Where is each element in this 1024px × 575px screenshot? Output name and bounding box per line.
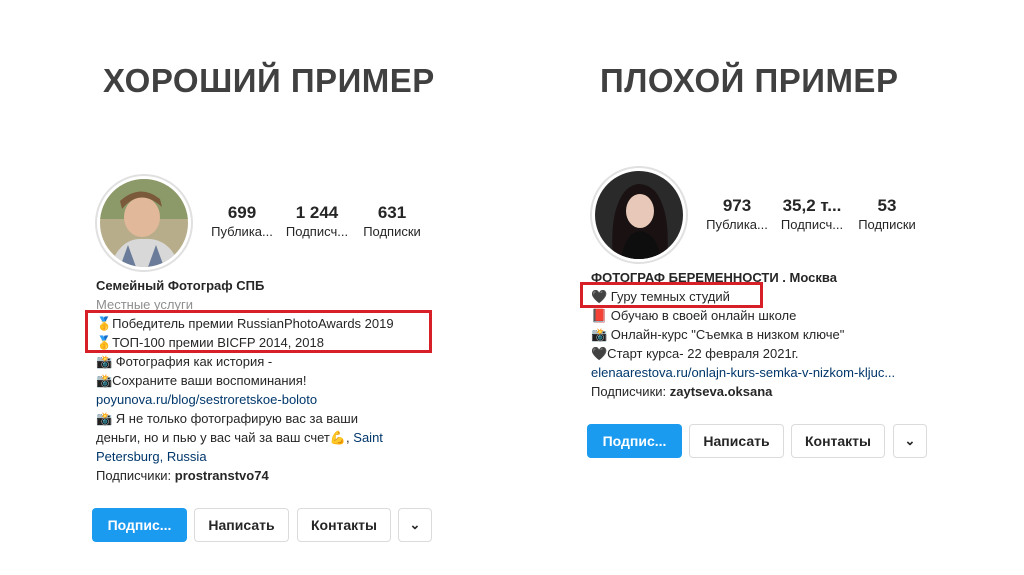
bio-link[interactable]: poyunova.ru/blog/sestroretskoe-boloto — [96, 390, 394, 409]
following-label: Подписки — [363, 224, 421, 239]
followers-count: 1 244 — [295, 203, 339, 222]
followed-by-label: Подписчики: — [96, 468, 175, 483]
good-example-heading: ХОРОШИЙ ПРИМЕР — [103, 62, 435, 99]
followed-by-label: Подписчики: — [591, 384, 670, 399]
chevron-down-icon[interactable]: ⌄ — [893, 424, 927, 458]
followers-stat[interactable]: 35,2 т... Подписч... — [771, 196, 853, 234]
followers-stat[interactable]: 1 244 Подписч... — [276, 203, 358, 241]
bio-line: 📸 Я не только фотографирую вас за ваши — [96, 411, 358, 426]
profile-bio: Семейный Фотограф СПБ Местные услуги 🥇По… — [96, 276, 394, 485]
following-stat[interactable]: 53 Подписки — [846, 196, 928, 234]
followed-by-user[interactable]: prostranstvo74 — [175, 468, 269, 483]
posts-stat[interactable]: 973 Публика... — [696, 196, 778, 234]
follow-button[interactable]: Подпис... — [92, 508, 187, 542]
following-stat[interactable]: 631 Подписки — [351, 203, 433, 241]
highlight-box — [85, 310, 432, 353]
follow-button[interactable]: Подпис... — [587, 424, 682, 458]
followers-count: 35,2 т... — [782, 196, 842, 215]
posts-count: 699 — [227, 203, 257, 222]
bio-line: деньги, но и пью у вас чай за ваш счет💪, — [96, 430, 354, 445]
bio-line: 📸 Онлайн-курс "Съемка в низком ключе" — [591, 327, 845, 342]
following-count: 53 — [877, 196, 897, 215]
posts-label: Публика... — [211, 224, 273, 239]
profile-photo-icon — [595, 171, 683, 259]
bio-line: 📸Сохраните ваши воспоминания! — [96, 373, 307, 388]
bio-line: 📸 Фотография как история - — [96, 354, 273, 369]
avatar[interactable] — [95, 174, 193, 272]
bio-line: 🖤Старт курса- 22 февраля 2021г. — [591, 346, 799, 361]
bio-line: 📕 Обучаю в своей онлайн школе — [591, 308, 797, 323]
chevron-down-icon[interactable]: ⌄ — [398, 508, 432, 542]
posts-count: 973 — [722, 196, 752, 215]
message-button[interactable]: Написать — [689, 424, 784, 458]
followers-label: Подписч... — [285, 224, 349, 239]
location-link[interactable]: Petersburg, Russia — [96, 447, 394, 466]
message-button[interactable]: Написать — [194, 508, 289, 542]
profile-photo-icon — [100, 179, 188, 267]
posts-stat[interactable]: 699 Публика... — [201, 203, 283, 241]
posts-label: Публика... — [706, 217, 768, 232]
contacts-button[interactable]: Контакты — [791, 424, 885, 458]
profile-name: Семейный Фотограф СПБ — [96, 278, 265, 293]
followed-by-user[interactable]: zaytseva.oksana — [670, 384, 773, 399]
location-link[interactable]: Saint — [353, 430, 383, 445]
bad-example-heading: ПЛОХОЙ ПРИМЕР — [600, 62, 899, 99]
avatar[interactable] — [590, 166, 688, 264]
followers-label: Подписч... — [780, 217, 844, 232]
highlight-box — [580, 282, 763, 308]
bio-link[interactable]: elenaarestova.ru/onlajn-kurs-semka-v-niz… — [591, 363, 895, 382]
following-label: Подписки — [858, 217, 916, 232]
contacts-button[interactable]: Контакты — [297, 508, 391, 542]
following-count: 631 — [377, 203, 407, 222]
